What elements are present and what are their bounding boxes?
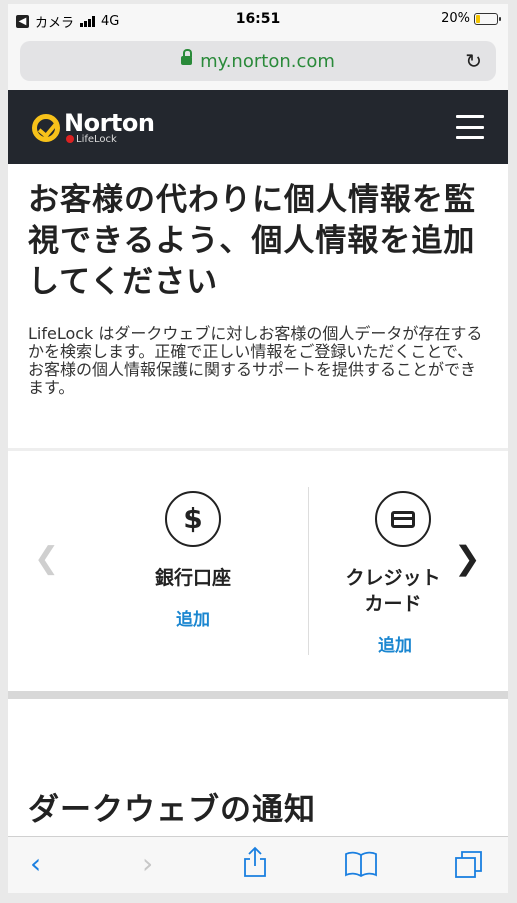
- forward-icon[interactable]: ›: [142, 847, 153, 880]
- share-icon[interactable]: [242, 846, 268, 885]
- reload-icon[interactable]: ↻: [465, 49, 482, 73]
- brand-name: Norton: [64, 109, 155, 137]
- site-header: Norton LifeLock: [8, 90, 508, 164]
- add-bank-account-link[interactable]: 追加: [103, 605, 283, 630]
- carousel-prev-icon[interactable]: ❮: [34, 541, 59, 576]
- battery-icon: [474, 12, 501, 25]
- status-time: 16:51: [235, 11, 281, 27]
- main-content: お客様の代わりに個人情報を監視できるよう、個人情報を追加してください LifeL…: [8, 164, 508, 828]
- norton-checkmark-icon: [32, 114, 60, 142]
- tabs-icon[interactable]: [454, 849, 484, 886]
- bank-account-card[interactable]: $ 銀行口座 追加: [103, 491, 283, 630]
- lifelock-dot-icon: [66, 135, 74, 143]
- page-description: LifeLock はダークウェブに対しお客様の個人データが存在するかを検索します…: [28, 324, 483, 397]
- battery-fill: [476, 14, 480, 23]
- menu-icon[interactable]: [456, 115, 484, 139]
- norton-logo[interactable]: Norton LifeLock: [32, 108, 155, 148]
- url-field[interactable]: my.norton.com ↻: [20, 41, 496, 81]
- status-right: 20%: [441, 11, 501, 26]
- browser-toolbar: ‹ ›: [8, 836, 508, 893]
- dollar-icon: $: [165, 491, 221, 547]
- lock-icon: [181, 48, 193, 65]
- sub-brand-name: LifeLock: [76, 134, 117, 145]
- bookmarks-icon[interactable]: [344, 851, 378, 884]
- url-text: my.norton.com: [200, 51, 335, 72]
- url-display: my.norton.com: [20, 48, 496, 72]
- add-credit-card-link[interactable]: 追加: [338, 631, 448, 656]
- credit-card-icon: [375, 491, 431, 547]
- dark-web-section-title: ダークウェブの通知: [28, 792, 316, 828]
- add-info-carousel: ❮ $ 銀行口座 追加 クレジットカード 追加 ❯: [8, 451, 508, 691]
- card-separator: [308, 487, 309, 655]
- logo-text: Norton LifeLock: [64, 109, 155, 145]
- card-title: 銀行口座: [154, 567, 231, 589]
- phone-screen: ◀ カメラ 4G 16:51 20% my.norton.com ↻ Norto…: [8, 4, 508, 893]
- carousel-next-icon[interactable]: ❯: [454, 539, 481, 577]
- back-icon[interactable]: ‹: [30, 847, 41, 880]
- browser-address-bar: my.norton.com ↻: [8, 38, 508, 90]
- section-divider-thick: [8, 691, 508, 699]
- credit-card-card[interactable]: クレジットカード 追加: [338, 491, 448, 656]
- card-title: クレジットカード: [345, 567, 441, 615]
- status-bar: ◀ カメラ 4G 16:51 20%: [8, 4, 508, 38]
- page-title: お客様の代わりに個人情報を監視できるよう、個人情報を追加してください: [28, 182, 476, 300]
- battery-percent: 20%: [441, 11, 470, 26]
